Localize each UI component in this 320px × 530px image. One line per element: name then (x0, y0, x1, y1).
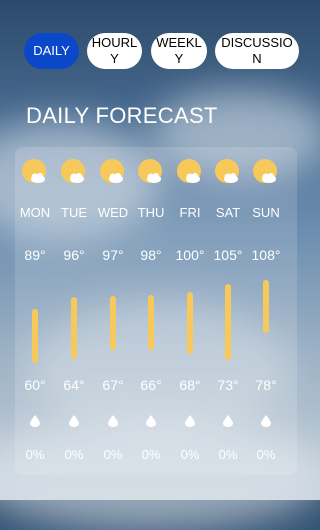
day-label: SUN (252, 205, 280, 220)
temp-range-bar (225, 284, 231, 360)
low-temp: 60° (24, 377, 46, 393)
daily-forecast-panel: MON 89° 60° 0% TUE 96° 64° 0% WED 97° 67° 0% THU 98° 6… (15, 147, 297, 475)
temp-range-bar (71, 297, 77, 359)
forecast-day-column: SUN 108° 78° 0% (247, 147, 285, 475)
forecast-day-column: FRI 100° 68° 0% (171, 147, 209, 475)
day-label: SAT (215, 205, 241, 220)
forecast-day-column: WED 97° 67° 0% (94, 147, 132, 475)
tab-weekly[interactable]: WEEKLY (151, 33, 207, 69)
high-temp: 108° (251, 247, 281, 263)
precip-chance: 0% (141, 447, 161, 462)
high-temp: 100° (175, 247, 205, 263)
forecast-day-column: THU 98° 66° 0% (132, 147, 170, 475)
forecast-day-column: SAT 105° 73° 0% (209, 147, 247, 475)
temp-range-bar (110, 296, 116, 350)
temp-range-bar (32, 309, 38, 363)
precip-chance: 0% (218, 447, 238, 462)
low-temp: 78° (255, 377, 277, 393)
temp-range-bar (263, 280, 269, 333)
partly-sunny-icon (61, 159, 85, 183)
day-label: THU (137, 205, 165, 220)
raindrop-icon (185, 415, 195, 427)
low-temp: 73° (217, 377, 239, 393)
high-temp: 98° (140, 247, 162, 263)
temp-range-bar (148, 295, 154, 350)
high-temp: 97° (102, 247, 124, 263)
raindrop-icon (223, 415, 233, 427)
high-temp: 96° (63, 247, 85, 263)
low-temp: 64° (63, 377, 85, 393)
high-temp: 89° (24, 247, 46, 263)
raindrop-icon (261, 415, 271, 427)
partly-sunny-icon (177, 159, 201, 183)
tab-daily[interactable]: DAILY (24, 33, 79, 69)
partly-sunny-icon (253, 159, 277, 183)
raindrop-icon (146, 415, 156, 427)
low-temp: 66° (140, 377, 162, 393)
precip-chance: 0% (180, 447, 200, 462)
day-label: TUE (61, 205, 87, 220)
partly-sunny-icon (215, 159, 239, 183)
partly-sunny-icon (138, 159, 162, 183)
precip-chance: 0% (25, 447, 45, 462)
temp-range-bar (187, 292, 193, 354)
partly-sunny-icon (100, 159, 124, 183)
tab-discussion[interactable]: DISCUSSION (215, 33, 299, 69)
raindrop-icon (108, 415, 118, 427)
day-label: MON (19, 205, 51, 220)
forecast-day-column: MON 89° 60° 0% (16, 147, 54, 475)
day-label: WED (97, 205, 129, 220)
tab-hourly[interactable]: HOURLY (87, 33, 142, 69)
day-label: FRI (179, 205, 201, 220)
forecast-day-column: TUE 96° 64° 0% (55, 147, 93, 475)
precip-chance: 0% (256, 447, 276, 462)
raindrop-icon (30, 415, 40, 427)
high-temp: 105° (213, 247, 243, 263)
raindrop-icon (69, 415, 79, 427)
low-temp: 68° (179, 377, 201, 393)
precip-chance: 0% (103, 447, 123, 462)
precip-chance: 0% (64, 447, 84, 462)
low-temp: 67° (102, 377, 124, 393)
partly-sunny-icon (22, 159, 46, 183)
page-title: DAILY FORECAST (26, 103, 218, 128)
forecast-tab-bar: DAILY HOURLY WEEKLY DISCUSSION (24, 33, 300, 73)
